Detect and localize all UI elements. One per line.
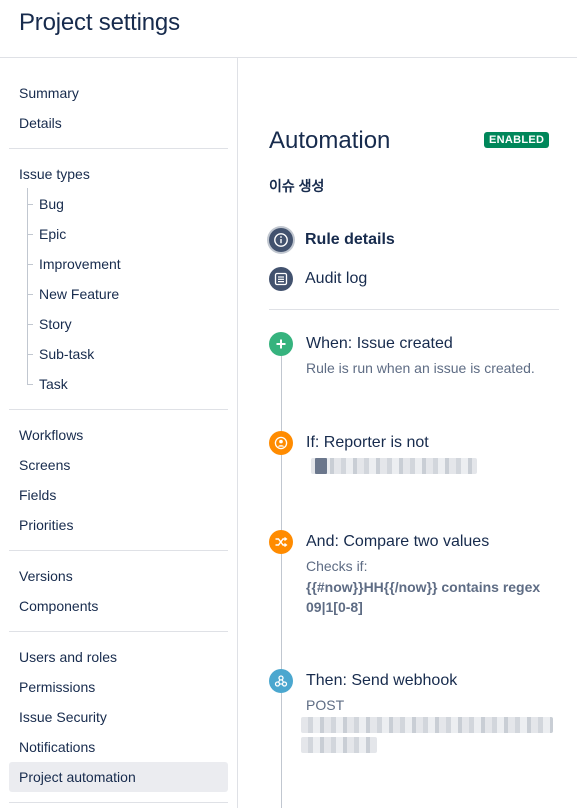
user-icon[interactable] xyxy=(269,431,293,455)
plus-icon[interactable] xyxy=(269,332,293,356)
sidebar-item-components[interactable]: Components xyxy=(19,597,98,615)
sidebar-item-screens[interactable]: Screens xyxy=(19,456,70,474)
page-header: Project settings xyxy=(0,0,577,58)
webhook-icon[interactable] xyxy=(269,669,293,693)
sidebar-divider xyxy=(9,550,228,551)
sidebar-item-project-automation[interactable]: Project automation xyxy=(19,768,136,786)
rule-name: 이슈 생성 xyxy=(269,178,325,194)
step-trigger-description: Rule is run when an issue is created. xyxy=(306,360,535,376)
sidebar-divider xyxy=(9,631,228,632)
redacted-value xyxy=(301,717,553,733)
timeline-line xyxy=(281,355,282,808)
sidebar-item-task[interactable]: Task xyxy=(39,375,68,393)
sidebar-item-new-feature[interactable]: New Feature xyxy=(39,285,119,303)
step-compare-description: Checks if: xyxy=(306,558,368,574)
automation-title: Automation xyxy=(269,127,391,154)
tree-tick xyxy=(27,324,33,325)
redacted-value xyxy=(311,458,477,474)
tree-tick xyxy=(27,354,33,355)
sidebar-item-workflows[interactable]: Workflows xyxy=(19,426,83,444)
tab-audit-log[interactable]: Audit log xyxy=(305,270,367,288)
tree-tick xyxy=(27,294,33,295)
sidebar-item-issue-security[interactable]: Issue Security xyxy=(19,708,107,726)
sidebar-item-sub-task[interactable]: Sub-task xyxy=(39,345,94,363)
step-webhook-title[interactable]: Then: Send webhook xyxy=(306,672,457,690)
shuffle-icon[interactable] xyxy=(269,530,293,554)
sidebar-item-fields[interactable]: Fields xyxy=(19,486,56,504)
sidebar-item-permissions[interactable]: Permissions xyxy=(19,678,95,696)
sidebar-item-bug[interactable]: Bug xyxy=(39,195,64,213)
sidebar-item-details[interactable]: Details xyxy=(19,114,62,132)
sidebar-item-versions[interactable]: Versions xyxy=(19,567,73,585)
sidebar-item-priorities[interactable]: Priorities xyxy=(19,516,73,534)
redacted-value xyxy=(301,737,377,753)
tree-tick xyxy=(27,264,33,265)
tree-tick xyxy=(27,204,33,205)
sidebar-item-epic[interactable]: Epic xyxy=(39,225,66,243)
redacted-value xyxy=(315,458,327,474)
step-trigger-title[interactable]: When: Issue created xyxy=(306,335,453,353)
status-badge: ENABLED xyxy=(484,132,550,148)
main-content: Automation ENABLED 이슈 생성 Rule details Au… xyxy=(239,58,577,808)
step-compare-condition: {{#now}}HH{{/now}} contains regex 09|1[0… xyxy=(306,579,541,615)
step-webhook-method: POST xyxy=(306,697,345,713)
sidebar-item-users-and-roles[interactable]: Users and roles xyxy=(19,648,117,666)
step-compare-title[interactable]: And: Compare two values xyxy=(306,533,489,551)
sidebar-item-story[interactable]: Story xyxy=(39,315,72,333)
info-icon[interactable] xyxy=(269,228,293,252)
sidebar-divider xyxy=(9,148,228,149)
tree-line xyxy=(27,188,28,385)
sidebar: Summary Details Issue types Bug Epic Imp… xyxy=(0,58,238,808)
main-divider xyxy=(269,309,559,310)
sidebar-item-improvement[interactable]: Improvement xyxy=(39,255,121,273)
tree-tick xyxy=(27,384,33,385)
tab-rule-details[interactable]: Rule details xyxy=(305,231,395,249)
step-condition-title[interactable]: If: Reporter is not xyxy=(306,434,429,452)
sidebar-item-summary[interactable]: Summary xyxy=(19,84,79,102)
sidebar-item-issue-types[interactable]: Issue types xyxy=(19,165,90,183)
page-title: Project settings xyxy=(19,9,180,36)
sidebar-item-notifications[interactable]: Notifications xyxy=(19,738,95,756)
tree-tick xyxy=(27,234,33,235)
list-icon[interactable] xyxy=(269,267,293,291)
sidebar-divider xyxy=(9,409,228,410)
sidebar-divider xyxy=(9,802,228,803)
